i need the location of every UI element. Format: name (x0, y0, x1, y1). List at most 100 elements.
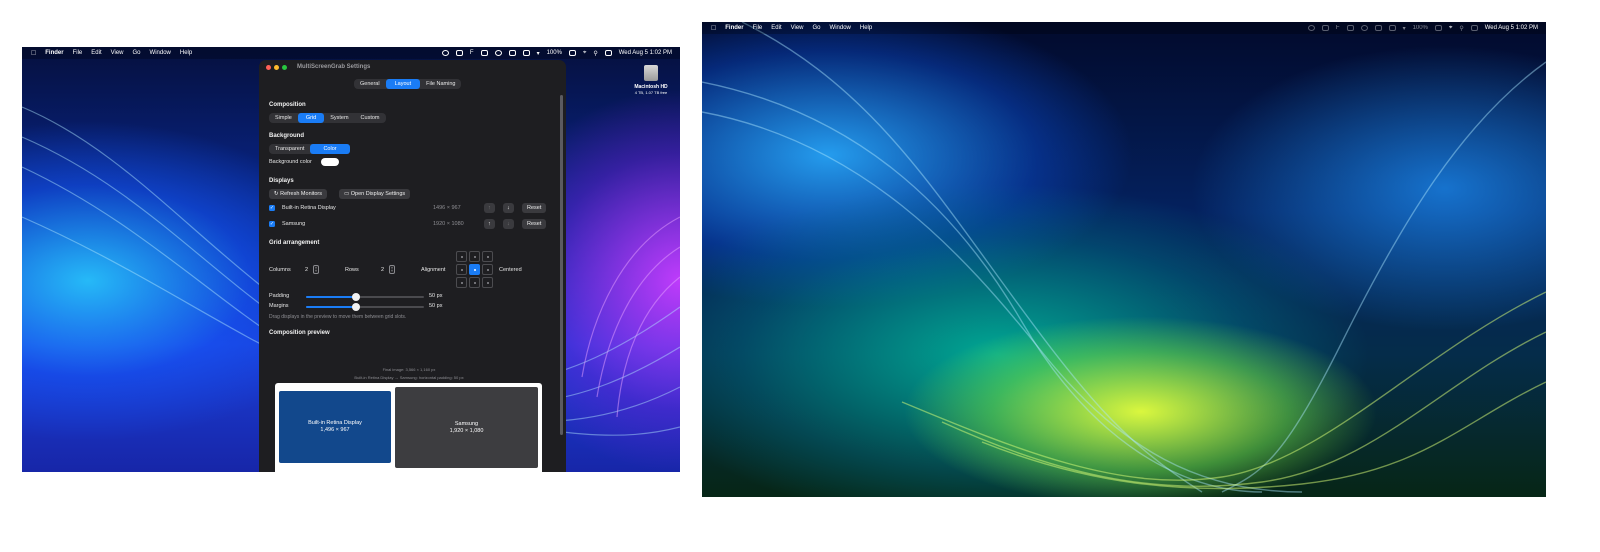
close-button[interactable] (266, 64, 271, 70)
display-resolution: 1920 × 1080 (433, 221, 464, 227)
status-icon[interactable] (1388, 25, 1396, 31)
status-icon[interactable] (522, 50, 530, 56)
tab-layout[interactable]: Layout (385, 79, 421, 89)
macintosh-hd-desktop-icon[interactable]: Macintosh HD 4 TB, 1.07 TB free (626, 65, 676, 95)
clock[interactable]: Wed Aug 5 1:02 PM (1485, 25, 1538, 31)
rows-label: Rows (345, 267, 359, 273)
wifi-icon[interactable]: ⌖ (1449, 25, 1452, 32)
title-bar: MultiScreenGrab Settings (259, 60, 566, 74)
background-color[interactable]: Color (310, 144, 350, 154)
align-top-right[interactable] (482, 251, 493, 262)
apple-menu-icon[interactable]:  (711, 25, 716, 32)
move-up-button[interactable]: ↑ (484, 219, 495, 229)
align-bottom-center[interactable] (469, 277, 480, 288)
menu-file[interactable]: File (73, 50, 83, 56)
align-middle-left[interactable] (456, 264, 467, 275)
zoom-button[interactable] (282, 64, 287, 70)
move-down-button[interactable]: ↓ (503, 219, 514, 229)
padding-slider[interactable] (306, 293, 424, 301)
preview-display-builtin[interactable]: Built-in Retina Display 1,496 × 967 (279, 391, 391, 463)
preview-display-name: Samsung (454, 420, 479, 427)
scrollbar[interactable] (560, 95, 563, 435)
control-center-icon[interactable] (604, 50, 612, 56)
padding-slider-fill (306, 296, 356, 298)
status-icon[interactable] (494, 50, 502, 56)
status-icon[interactable] (480, 50, 488, 56)
status-icon[interactable] (441, 50, 449, 56)
reset-button[interactable]: Reset (522, 203, 547, 213)
menu-window[interactable]: Window (150, 50, 171, 56)
status-icon[interactable] (1346, 25, 1354, 31)
align-center[interactable] (469, 264, 480, 275)
menu-window[interactable]: Window (830, 25, 851, 31)
status-icon[interactable] (455, 50, 463, 56)
display-checkbox[interactable]: ✓ (269, 221, 275, 227)
menu-help[interactable]: Help (180, 50, 192, 56)
move-up-button[interactable]: ↑ (484, 203, 495, 213)
align-top-left[interactable] (456, 251, 467, 262)
margins-slider[interactable] (306, 303, 424, 311)
background-transparent[interactable]: Transparent (269, 144, 310, 154)
padding-label: Padding (269, 293, 290, 299)
menu-view[interactable]: View (111, 50, 124, 56)
menu-bar:  Finder File Edit View Go Window Help F… (702, 22, 1546, 34)
menu-app-name[interactable]: Finder (45, 50, 63, 56)
menu-app-name[interactable]: Finder (725, 25, 743, 31)
volume-icon[interactable]: ▾ (1403, 25, 1406, 32)
display-checkbox[interactable]: ✓ (269, 205, 275, 211)
align-bottom-left[interactable] (456, 277, 467, 288)
status-icon[interactable] (508, 50, 516, 56)
drive-icon (644, 65, 658, 81)
menu-file[interactable]: File (753, 25, 763, 31)
status-icon[interactable] (1321, 25, 1329, 31)
preview-display-samsung[interactable]: Samsung 1,920 × 1,080 (395, 387, 538, 468)
tab-general[interactable]: General (354, 79, 386, 89)
menu-view[interactable]: View (791, 25, 804, 31)
f-icon[interactable]: F (470, 50, 474, 56)
move-down-button[interactable]: ↓ (503, 203, 514, 213)
clock[interactable]: Wed Aug 5 1:02 PM (619, 50, 672, 56)
columns-value: 2 (305, 267, 309, 273)
minimize-button[interactable] (274, 64, 279, 70)
padding-value: 50 px (429, 293, 443, 299)
menu-go[interactable]: Go (133, 50, 141, 56)
volume-icon[interactable]: ▾ (537, 50, 540, 57)
menu-edit[interactable]: Edit (91, 50, 101, 56)
composition-custom[interactable]: Custom (355, 113, 386, 123)
align-bottom-right[interactable] (482, 277, 493, 288)
margins-value: 50 px (429, 303, 443, 309)
margins-slider-knob[interactable] (351, 303, 360, 311)
alignment-grid (456, 251, 493, 288)
reset-button[interactable]: Reset (522, 219, 547, 229)
battery-icon[interactable] (1434, 25, 1442, 31)
search-icon[interactable]: ⚲ (1459, 25, 1463, 32)
menu-edit[interactable]: Edit (771, 25, 781, 31)
tab-file-naming[interactable]: File Naming (420, 79, 461, 89)
grid-arrangement-heading: Grid arrangement (269, 240, 320, 246)
menu-go[interactable]: Go (813, 25, 821, 31)
wifi-icon[interactable]: ⌖ (583, 50, 586, 57)
open-display-settings-button[interactable]: ▭ Open Display Settings (339, 189, 411, 199)
composition-system[interactable]: System (324, 113, 354, 123)
align-top-center[interactable] (469, 251, 480, 262)
padding-slider-knob[interactable] (351, 293, 360, 301)
window-title: MultiScreenGrab Settings (297, 64, 371, 70)
search-icon[interactable]: ⚲ (593, 50, 597, 57)
background-color-well[interactable] (321, 158, 339, 166)
status-icon[interactable] (1360, 25, 1368, 31)
composition-simple[interactable]: Simple (269, 113, 298, 123)
apple-menu-icon[interactable]:  (31, 50, 36, 57)
f-icon[interactable]: F (1336, 25, 1340, 31)
columns-stepper[interactable]: ˄ ˅ (313, 265, 319, 274)
refresh-monitors-button[interactable]: ↻ Refresh Monitors (269, 189, 328, 199)
battery-icon[interactable] (568, 50, 576, 56)
rows-stepper[interactable]: ˄ ˅ (389, 265, 395, 274)
status-icon[interactable] (1307, 25, 1315, 31)
alignment-label: Alignment (421, 267, 446, 273)
align-middle-right[interactable] (482, 264, 493, 275)
control-center-icon[interactable] (1470, 25, 1478, 31)
preview-display-res: 1,496 × 967 (320, 427, 350, 433)
status-icon[interactable] (1374, 25, 1382, 31)
composition-grid[interactable]: Grid (297, 113, 325, 123)
menu-help[interactable]: Help (860, 25, 872, 31)
